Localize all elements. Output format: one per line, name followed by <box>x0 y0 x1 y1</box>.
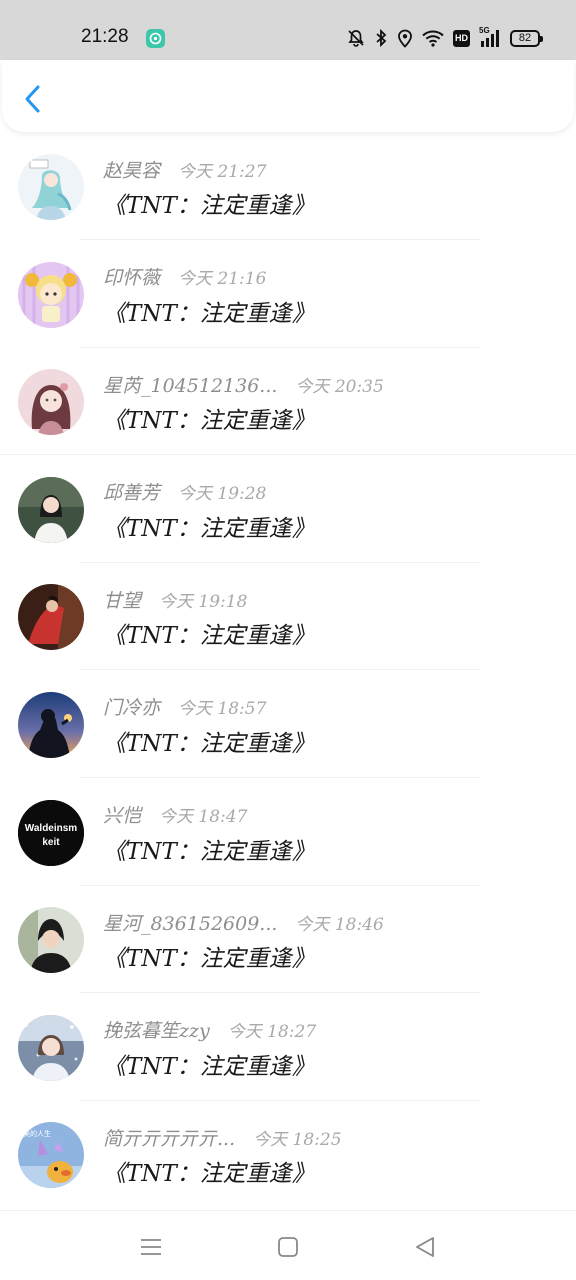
avatar-caption-text: 美的人生 <box>23 1129 51 1138</box>
chevron-left-icon <box>25 85 40 113</box>
list-item[interactable]: 门冷亦 今天 18:57 《TNT：注定重逢》 <box>0 670 576 778</box>
hd-icon: HD <box>453 29 470 47</box>
list-item[interactable]: 甘望 今天 19:18 《TNT：注定重逢》 <box>0 562 576 671</box>
timestamp: 今天 21:27 <box>178 161 267 182</box>
name-line: 门冷亦 今天 18:57 <box>103 693 266 721</box>
user-name[interactable]: 挽弦暮笙zzy <box>103 1016 210 1043</box>
name-line: 兴恺 今天 18:47 <box>103 801 247 829</box>
list-item[interactable]: 赵昊容 今天 21:27 《TNT：注定重逢》 <box>0 132 576 240</box>
avatar[interactable]: 美的人生 <box>18 1122 84 1189</box>
message-text: 《TNT：注定重逢》 <box>103 300 315 327</box>
reader-list: 赵昊容 今天 21:27 《TNT：注定重逢》 印怀薇 今天 21:16 《TN… <box>0 132 576 1208</box>
name-line: 挽弦暮笙zzy 今天 18:27 <box>103 1016 316 1044</box>
mute-bell-icon <box>347 29 365 47</box>
user-name[interactable]: 邱善芳 <box>103 478 160 505</box>
avatar[interactable] <box>18 584 84 651</box>
bluetooth-icon <box>374 29 388 47</box>
message-text: 《TNT：注定重逢》 <box>103 838 315 865</box>
home-square-icon[interactable] <box>276 1235 300 1259</box>
name-line: 印怀薇 今天 21:16 <box>103 263 266 291</box>
message-text: 《TNT：注定重逢》 <box>103 193 315 219</box>
user-name[interactable]: 星河_836152609... <box>103 909 277 936</box>
name-line: 星河_836152609... 今天 18:46 <box>103 908 384 936</box>
location-icon <box>397 29 413 48</box>
message-text: 《TNT：注定重逢》 <box>103 1161 315 1188</box>
system-nav-bar <box>0 1210 576 1280</box>
list-item[interactable]: 邱善芳 今天 19:28 《TNT：注定重逢》 <box>0 455 576 563</box>
avatar[interactable] <box>18 907 84 974</box>
message-text: 《TNT：注定重逢》 <box>103 623 315 650</box>
user-name[interactable]: 印怀薇 <box>103 263 160 290</box>
avatar[interactable]: Waldeinsm keit <box>18 799 84 866</box>
name-line: 甘望 今天 19:18 <box>103 585 247 613</box>
timestamp: 今天 18:47 <box>159 807 248 828</box>
list-item[interactable]: 美的人生 简亓亓亓亓亓... 今天 18:25 《TNT：注定重逢》 <box>0 1100 576 1208</box>
back-button[interactable] <box>18 82 48 116</box>
timestamp: 今天 18:46 <box>295 914 384 935</box>
name-line: 简亓亓亓亓亓... 今天 18:25 <box>103 1123 342 1151</box>
chat-app-icon <box>146 29 165 48</box>
list-item[interactable]: Waldeinsm keit 兴恺 今天 18:47 《TNT：注定重逢》 <box>0 778 576 886</box>
timestamp: 今天 19:28 <box>178 484 267 505</box>
signal-5g-icon: 5G <box>479 26 501 47</box>
timestamp: 今天 18:27 <box>227 1022 317 1043</box>
app-header <box>2 60 574 132</box>
back-triangle-icon[interactable] <box>413 1235 437 1259</box>
timestamp: 今天 20:35 <box>295 376 384 397</box>
message-text: 《TNT：注定重逢》 <box>103 1053 315 1080</box>
list-item[interactable]: 星芮_104512136... 今天 20:35 《TNT：注定重逢》 <box>0 347 576 456</box>
avatar[interactable] <box>18 1014 84 1081</box>
status-bar: 21:28 HD 5G 82 <box>0 0 576 60</box>
battery-icon: 82 <box>510 29 543 47</box>
user-name[interactable]: 星芮_104512136... <box>103 371 277 398</box>
user-name[interactable]: 赵昊容 <box>103 156 160 183</box>
user-name[interactable]: 门冷亦 <box>103 693 160 720</box>
message-text: 《TNT：注定重逢》 <box>103 730 315 757</box>
user-name[interactable]: 简亓亓亓亓亓... <box>103 1124 235 1151</box>
avatar-logo-text-1: Waldeinsm <box>25 823 78 834</box>
wifi-icon <box>422 29 444 47</box>
status-icons: HD 5G 82 <box>347 26 543 49</box>
avatar[interactable] <box>18 261 84 328</box>
menu-icon[interactable] <box>139 1235 163 1259</box>
avatar[interactable] <box>18 476 84 543</box>
message-text: 《TNT：注定重逢》 <box>103 515 315 542</box>
timestamp: 今天 19:18 <box>159 591 248 612</box>
name-line: 邱善芳 今天 19:28 <box>103 478 266 506</box>
list-item[interactable]: 星河_836152609... 今天 18:46 《TNT：注定重逢》 <box>0 885 576 994</box>
list-item[interactable]: 印怀薇 今天 21:16 《TNT：注定重逢》 <box>0 240 576 348</box>
timestamp: 今天 18:57 <box>178 699 267 720</box>
user-name[interactable]: 甘望 <box>103 586 141 613</box>
avatar[interactable] <box>18 691 84 758</box>
timestamp: 今天 18:25 <box>253 1129 342 1150</box>
name-line: 赵昊容 今天 21:27 <box>103 155 266 183</box>
avatar[interactable] <box>18 154 84 220</box>
message-text: 《TNT：注定重逢》 <box>103 408 315 435</box>
name-line: 星芮_104512136... 今天 20:35 <box>103 370 384 398</box>
timestamp: 今天 21:16 <box>178 269 267 290</box>
avatar[interactable] <box>18 369 84 436</box>
list-item[interactable]: 挽弦暮笙zzy 今天 18:27 《TNT：注定重逢》 <box>0 993 576 1101</box>
message-text: 《TNT：注定重逢》 <box>103 946 315 973</box>
avatar-logo-text-2: keit <box>42 837 60 848</box>
user-name[interactable]: 兴恺 <box>103 801 141 828</box>
status-time: 21:28 <box>81 26 129 47</box>
